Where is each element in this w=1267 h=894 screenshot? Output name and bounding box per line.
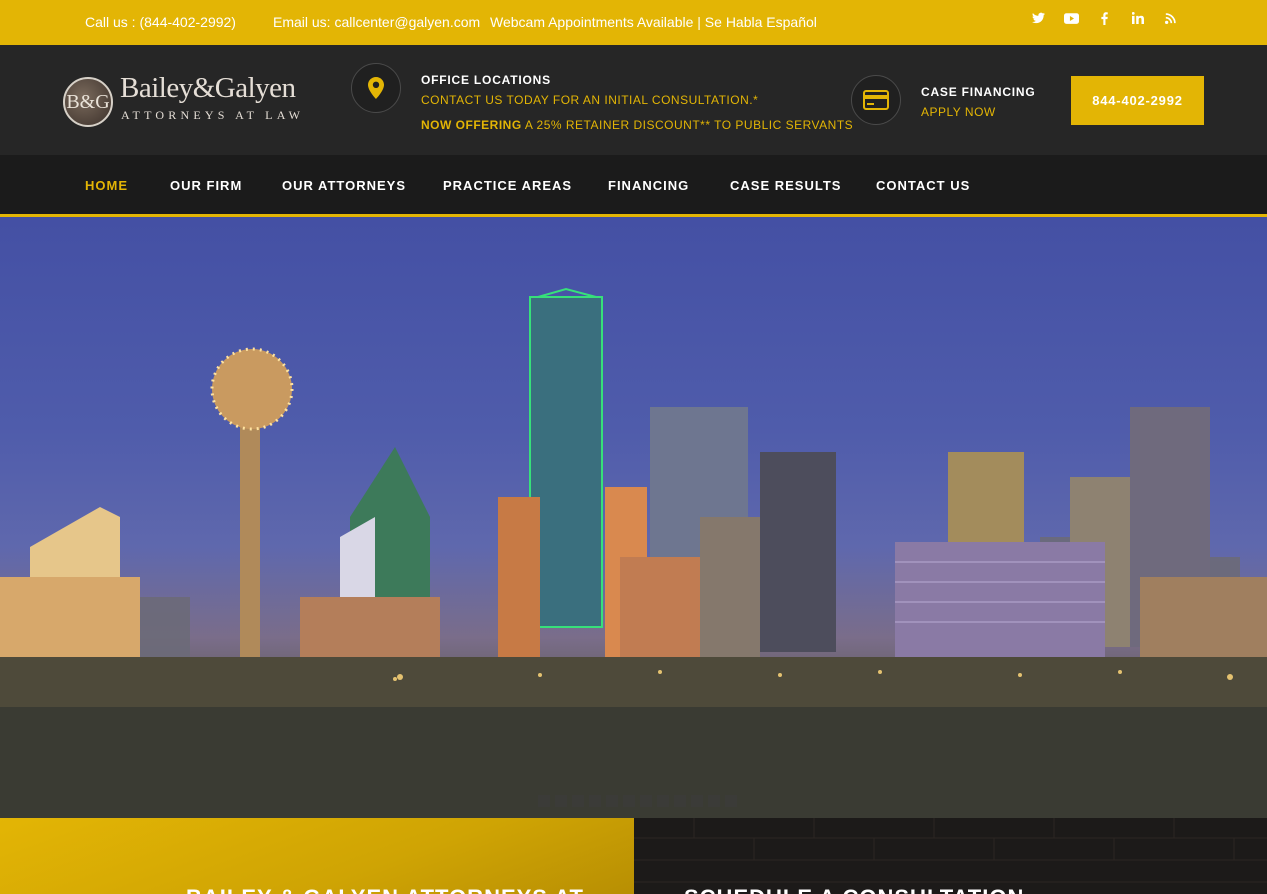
office-locations-link[interactable]: OFFICE LOCATIONS — [421, 73, 551, 87]
firm-logo[interactable]: B&G Bailey&Galyen ATTORNEYS AT LAW — [63, 72, 313, 128]
main-nav: HOME OUR FIRM OUR ATTORNEYS PRACTICE ARE… — [0, 155, 1267, 217]
consultation-panel: SCHEDULE A CONSULTATION — [634, 818, 1267, 894]
slider-dot[interactable] — [589, 795, 601, 807]
consultation-panel-heading: SCHEDULE A CONSULTATION — [684, 885, 1024, 894]
slider-dots — [538, 795, 737, 807]
slider-dot[interactable] — [640, 795, 652, 807]
nav-home[interactable]: HOME — [85, 178, 128, 193]
consultation-text: CONTACT US TODAY FOR AN INITIAL CONSULTA… — [421, 93, 759, 107]
brick-texture — [634, 818, 1267, 883]
nav-our-firm[interactable]: OUR FIRM — [170, 178, 242, 193]
about-panel-heading: BAILEY & GALYEN ATTORNEYS AT — [186, 885, 584, 894]
facebook-icon[interactable] — [1088, 12, 1121, 28]
offer-bold: NOW OFFERING — [421, 118, 522, 132]
slider-dot[interactable] — [623, 795, 635, 807]
twitter-icon[interactable] — [1022, 12, 1055, 28]
call-phone-button[interactable]: 844-402-2992 — [1071, 76, 1204, 125]
logo-name: Bailey&Galyen — [120, 72, 296, 104]
rss-icon[interactable] — [1154, 12, 1187, 28]
youtube-icon[interactable] — [1055, 12, 1088, 28]
linkedin-icon[interactable] — [1121, 12, 1154, 28]
email-link[interactable]: Email us: callcenter@galyen.com — [273, 14, 480, 30]
webcam-notice: Webcam Appointments Available | Se Habla… — [490, 14, 817, 30]
map-pin-icon — [351, 63, 401, 113]
nav-financing[interactable]: FINANCING — [608, 178, 689, 193]
slider-dot[interactable] — [555, 795, 567, 807]
credit-card-icon — [851, 75, 901, 125]
social-links — [1022, 12, 1187, 28]
slider-dot[interactable] — [725, 795, 737, 807]
nav-our-attorneys[interactable]: OUR ATTORNEYS — [282, 178, 406, 193]
nav-practice-areas[interactable]: PRACTICE AREAS — [443, 178, 572, 193]
case-financing-title: CASE FINANCING — [921, 85, 1036, 99]
nav-contact-us[interactable]: CONTACT US — [876, 178, 970, 193]
top-bar: Call us : (844-402-2992) Email us: callc… — [0, 0, 1267, 45]
hero-slider[interactable] — [0, 217, 1267, 818]
slider-dot[interactable] — [691, 795, 703, 807]
logo-subtitle: ATTORNEYS AT LAW — [121, 108, 305, 122]
slider-dot[interactable] — [572, 795, 584, 807]
slider-dot[interactable] — [708, 795, 720, 807]
retainer-offer-text: NOW OFFERING A 25% RETAINER DISCOUNT** T… — [421, 118, 853, 132]
offer-rest: A 25% RETAINER DISCOUNT** TO PUBLIC SERV… — [521, 118, 854, 132]
slider-dot[interactable] — [606, 795, 618, 807]
dallas-skyline-image — [0, 287, 1267, 818]
apply-now-link[interactable]: APPLY NOW — [921, 105, 996, 119]
slider-dot[interactable] — [538, 795, 550, 807]
site-header: B&G Bailey&Galyen ATTORNEYS AT LAW OFFIC… — [0, 45, 1267, 155]
logo-monogram: B&G — [63, 77, 113, 127]
call-us-link[interactable]: Call us : (844-402-2992) — [85, 14, 236, 30]
slider-dot[interactable] — [657, 795, 669, 807]
slider-dot[interactable] — [674, 795, 686, 807]
about-panel: BAILEY & GALYEN ATTORNEYS AT — [0, 818, 634, 894]
nav-case-results[interactable]: CASE RESULTS — [730, 178, 841, 193]
